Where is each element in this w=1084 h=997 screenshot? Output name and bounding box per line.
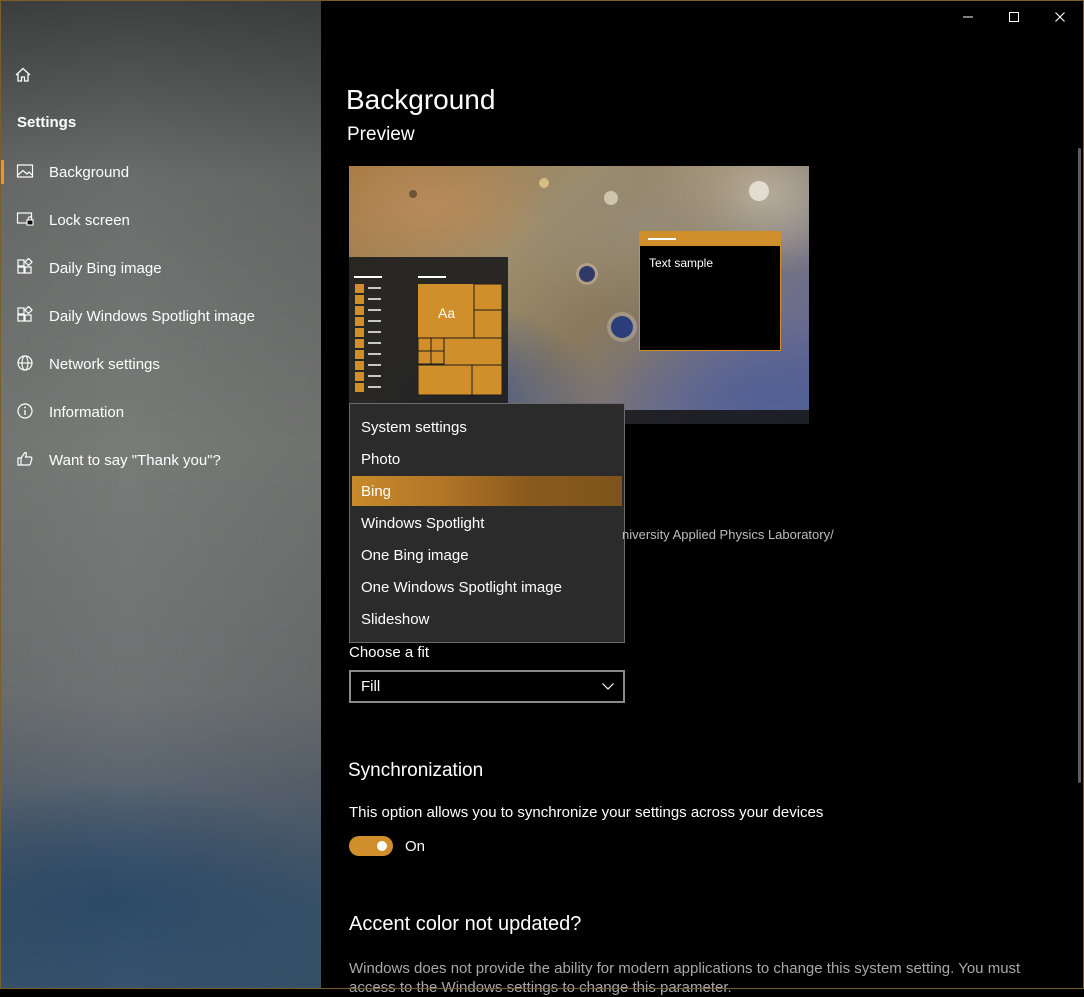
option-label: Slideshow — [361, 610, 430, 628]
sidebar-item-label: Background — [49, 163, 130, 181]
fit-label: Choose a fit — [349, 644, 430, 661]
sidebar-item-label: Daily Bing image — [49, 259, 162, 277]
crater-decoration — [611, 316, 633, 338]
sidebar-item-daily-bing-image[interactable]: Daily Bing image — [0, 244, 321, 292]
option-system-settings[interactable]: System settings — [350, 411, 624, 443]
sync-heading: Synchronization — [348, 760, 484, 781]
sample-window-titlebar — [640, 232, 780, 246]
fit-selected-value: Fill — [361, 678, 381, 695]
minimize-button[interactable] — [945, 0, 991, 34]
home-button[interactable] — [14, 66, 34, 86]
background-source-dropdown-list[interactable]: System settings Photo Bing Windows Spotl… — [349, 403, 625, 643]
apps-icon — [16, 305, 34, 324]
thumbs-up-icon — [16, 450, 34, 468]
vertical-scrollbar[interactable] — [1078, 148, 1081, 783]
maximize-button[interactable] — [991, 0, 1037, 34]
sidebar: Settings Background Lock screen Daily Bi… — [0, 0, 321, 989]
accent-heading: Accent color not updated? — [349, 913, 582, 935]
sidebar-item-background[interactable]: Background — [0, 148, 321, 196]
option-one-bing-image[interactable]: One Bing image — [350, 539, 624, 571]
sync-description: This option allows you to synchronize yo… — [349, 804, 824, 821]
sidebar-item-thank-you[interactable]: Want to say "Thank you"? — [0, 436, 321, 484]
sidebar-item-label: Information — [49, 403, 125, 421]
fit-select[interactable]: Fill — [349, 670, 625, 703]
background-preview: Aa Text sample — [349, 166, 809, 424]
sync-toggle[interactable] — [349, 836, 393, 856]
sidebar-item-information[interactable]: Information — [0, 388, 321, 436]
crater-decoration — [604, 191, 618, 205]
option-label: Bing — [361, 482, 392, 500]
close-icon — [1055, 12, 1065, 22]
sidebar-nav: Background Lock screen Daily Bing image … — [0, 148, 321, 484]
home-icon — [15, 67, 31, 82]
crater-decoration — [539, 178, 549, 188]
option-photo[interactable]: Photo — [350, 443, 624, 475]
sync-toggle-label: On — [405, 838, 426, 855]
info-icon — [16, 402, 34, 420]
sidebar-item-label: Want to say "Thank you"? — [49, 451, 221, 469]
maximize-icon — [1009, 12, 1019, 22]
sample-window-text: Text sample — [649, 256, 714, 270]
tile-sample-text: Aa — [438, 305, 456, 321]
sidebar-item-label: Network settings — [49, 355, 160, 373]
preview-heading: Preview — [347, 124, 415, 145]
start-menu-preview: Aa — [349, 257, 508, 424]
option-label: Windows Spotlight — [361, 514, 485, 532]
option-label: One Windows Spotlight image — [361, 578, 562, 596]
toggle-knob — [377, 841, 387, 851]
accent-description: Windows does not provide the ability for… — [349, 960, 1021, 996]
crater-decoration — [409, 190, 417, 198]
crater-decoration — [579, 266, 595, 282]
sidebar-item-label: Daily Windows Spotlight image — [49, 307, 255, 325]
chevron-down-icon — [602, 683, 614, 690]
globe-icon — [16, 354, 34, 372]
option-bing[interactable]: Bing — [352, 476, 622, 506]
option-one-spotlight-image[interactable]: One Windows Spotlight image — [350, 571, 624, 603]
minimize-icon — [963, 16, 973, 18]
apps-icon — [16, 257, 34, 276]
option-label: System settings — [361, 418, 467, 436]
lock-screen-icon — [16, 210, 34, 228]
picture-icon — [16, 162, 34, 180]
crater-decoration — [749, 181, 769, 201]
settings-title: Settings — [17, 114, 77, 131]
option-slideshow[interactable]: Slideshow — [350, 603, 624, 635]
start-menu-tiles — [354, 276, 503, 396]
option-label: One Bing image — [361, 546, 469, 564]
page-title: Background — [346, 84, 496, 115]
image-credit-text: niversity Applied Physics Laboratory/ — [622, 527, 834, 542]
sidebar-item-label: Lock screen — [49, 211, 130, 229]
sidebar-item-network-settings[interactable]: Network settings — [0, 340, 321, 388]
sample-window-preview: Text sample — [639, 231, 781, 351]
sidebar-item-lock-screen[interactable]: Lock screen — [0, 196, 321, 244]
option-windows-spotlight[interactable]: Windows Spotlight — [350, 507, 624, 539]
option-label: Photo — [361, 450, 401, 468]
close-button[interactable] — [1037, 0, 1083, 34]
sidebar-item-daily-spotlight-image[interactable]: Daily Windows Spotlight image — [0, 292, 321, 340]
